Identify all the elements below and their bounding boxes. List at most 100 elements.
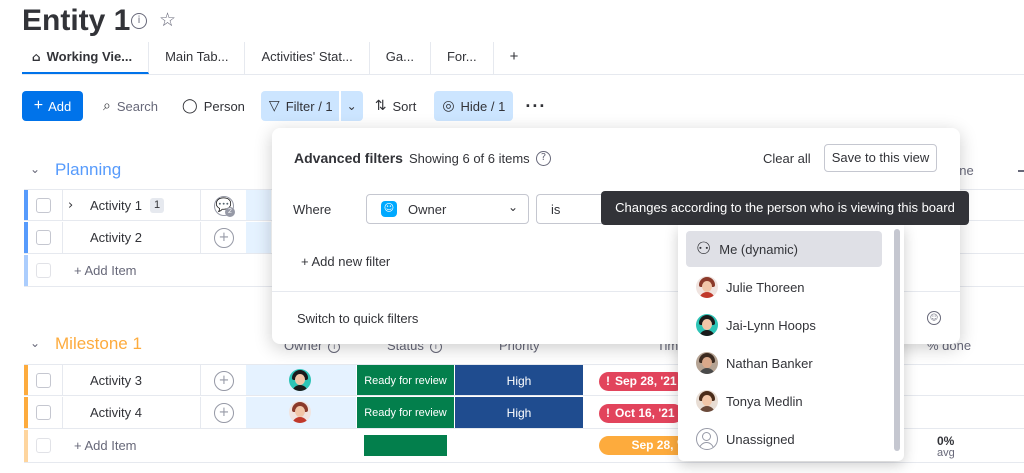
done-summary-label: avg (937, 447, 955, 459)
done-summary-value: 0% (937, 434, 955, 448)
add-view-button[interactable]: + (494, 42, 535, 74)
item-name[interactable]: Activity 2 (90, 230, 142, 245)
tab-main-table[interactable]: Main Tab... (149, 42, 246, 74)
status-cell[interactable]: Ready for review (357, 365, 454, 395)
add-update-icon[interactable]: + (214, 228, 234, 248)
row-checkbox[interactable] (36, 198, 51, 213)
column-header-edge (1018, 170, 1024, 172)
feedback-icon[interactable]: ☺ (927, 311, 941, 325)
filter-count-text: Showing 6 of 6 items (409, 151, 530, 166)
list-scrollbar[interactable] (894, 229, 900, 451)
tabs-divider (22, 74, 1024, 75)
add-button[interactable]: + Add (22, 91, 83, 121)
more-icon: ··· (525, 95, 547, 116)
owner-cell[interactable] (246, 397, 356, 428)
status-summary-bar (364, 435, 447, 456)
add-item-input[interactable]: + Add Item (74, 263, 137, 278)
subitems-count-badge[interactable]: 1 (150, 198, 164, 213)
priority-cell[interactable]: High (455, 365, 583, 395)
add-update-icon[interactable]: + (214, 371, 234, 391)
column-divider (200, 365, 201, 395)
help-icon[interactable]: ? (536, 151, 551, 166)
overdue-icon: ! (606, 374, 610, 388)
person-dropdown-list: ⚇ Me (dynamic) Julie Thoreen Jai-Lynn Ho… (678, 225, 904, 461)
where-label: Where (293, 202, 332, 217)
list-item[interactable]: Jai-Lynn Hoops (686, 307, 882, 343)
search-button[interactable]: ⌕ Search (95, 91, 166, 121)
sort-button[interactable]: ⇅ Sort (367, 91, 425, 121)
board-toolbar: + Add ⌕ Search ◯ Person ▽ Filter / 1 ⌄ ⇅ Sort… (22, 91, 554, 121)
collapse-group-icon[interactable]: ⌄ (30, 336, 40, 350)
group-color-bar (24, 397, 28, 428)
column-divider (62, 397, 63, 428)
people-column-icon: ☺ (381, 201, 397, 217)
person-icon: ⚇ (696, 239, 712, 259)
filter-dropdown-button[interactable]: ⌄ (340, 91, 363, 121)
group-color-bar (24, 222, 28, 253)
filter-button[interactable]: ▽ Filter / 1 (260, 91, 339, 121)
view-tabs: ⌂ Working Vie... Main Tab... Activities' … (22, 42, 534, 74)
expand-subitems-icon[interactable]: › (68, 198, 73, 213)
list-item[interactable]: Tonya Medlin (686, 383, 882, 419)
plus-icon: + (33, 97, 44, 114)
tab-working-view[interactable]: ⌂ Working Vie... (22, 42, 150, 74)
overdue-icon: ! (606, 406, 610, 420)
search-icon: ⌕ (103, 98, 111, 114)
more-options-button[interactable]: ··· (517, 91, 554, 121)
info-icon[interactable]: i (131, 13, 147, 29)
list-item[interactable]: ⚇ Me (dynamic) (686, 231, 882, 267)
add-new-filter-button[interactable]: + Add new filter (301, 254, 390, 269)
tab-activities-status[interactable]: Activities' Stat... (245, 42, 370, 74)
row-checkbox (36, 438, 51, 453)
group-title-planning[interactable]: Planning (55, 160, 121, 180)
clear-all-button[interactable]: Clear all (763, 151, 811, 166)
hide-button[interactable]: ◎ Hide / 1 (434, 91, 514, 121)
avatar (289, 401, 311, 423)
list-item[interactable]: Nathan Banker (686, 345, 882, 381)
owner-cell[interactable] (246, 365, 356, 395)
collapse-group-icon[interactable]: ⌄ (30, 162, 40, 176)
avatar (289, 369, 311, 391)
save-to-view-button[interactable]: Save to this view (824, 144, 937, 172)
item-name[interactable]: Activity 1 (90, 198, 142, 213)
filter-icon: ▽ (268, 98, 280, 114)
eye-off-icon: ◎ (442, 98, 455, 114)
timeline-date-pill[interactable]: ! Oct 16, '21 (599, 404, 683, 423)
home-icon: ⌂ (32, 50, 41, 64)
owner-cell[interactable] (246, 190, 271, 220)
column-divider (62, 222, 63, 253)
group-title-milestone[interactable]: Milestone 1 (55, 334, 142, 354)
row-checkbox[interactable] (36, 230, 51, 245)
filter-condition-select[interactable]: is (536, 194, 606, 224)
item-name[interactable]: Activity 3 (90, 373, 142, 388)
unassigned-icon (696, 428, 718, 450)
switch-quick-filters-link[interactable]: Switch to quick filters (297, 311, 418, 326)
group-color-bar (24, 255, 28, 286)
priority-cell[interactable]: High (455, 397, 583, 428)
status-cell[interactable]: Ready for review (357, 397, 454, 428)
column-divider (200, 397, 201, 428)
list-item[interactable]: Unassigned (686, 421, 882, 457)
avatar (696, 276, 718, 298)
group-color-bar (24, 190, 28, 220)
tab-form[interactable]: For... (431, 42, 494, 74)
row-checkbox[interactable] (36, 405, 51, 420)
row-checkbox[interactable] (36, 373, 51, 388)
row-checkbox (36, 263, 51, 278)
person-filter-button[interactable]: ◯ Person (174, 91, 253, 121)
column-divider (200, 190, 201, 220)
add-item-input[interactable]: + Add Item (74, 438, 137, 453)
owner-cell[interactable] (246, 222, 271, 253)
tab-gantt[interactable]: Ga... (370, 42, 431, 74)
avatar (696, 352, 718, 374)
group-color-bar (24, 365, 28, 395)
add-update-icon[interactable]: + (214, 403, 234, 423)
sort-icon: ⇅ (374, 98, 387, 114)
group-color-bar (24, 430, 28, 462)
timeline-date-pill[interactable]: ! Sep 28, '21 (599, 372, 685, 391)
avatar (696, 314, 718, 336)
item-name[interactable]: Activity 4 (90, 405, 142, 420)
star-icon[interactable]: ☆ (159, 9, 176, 31)
list-item[interactable]: Julie Thoreen (686, 269, 882, 305)
filter-column-select[interactable]: ☺ Owner ⌄ (366, 194, 529, 224)
